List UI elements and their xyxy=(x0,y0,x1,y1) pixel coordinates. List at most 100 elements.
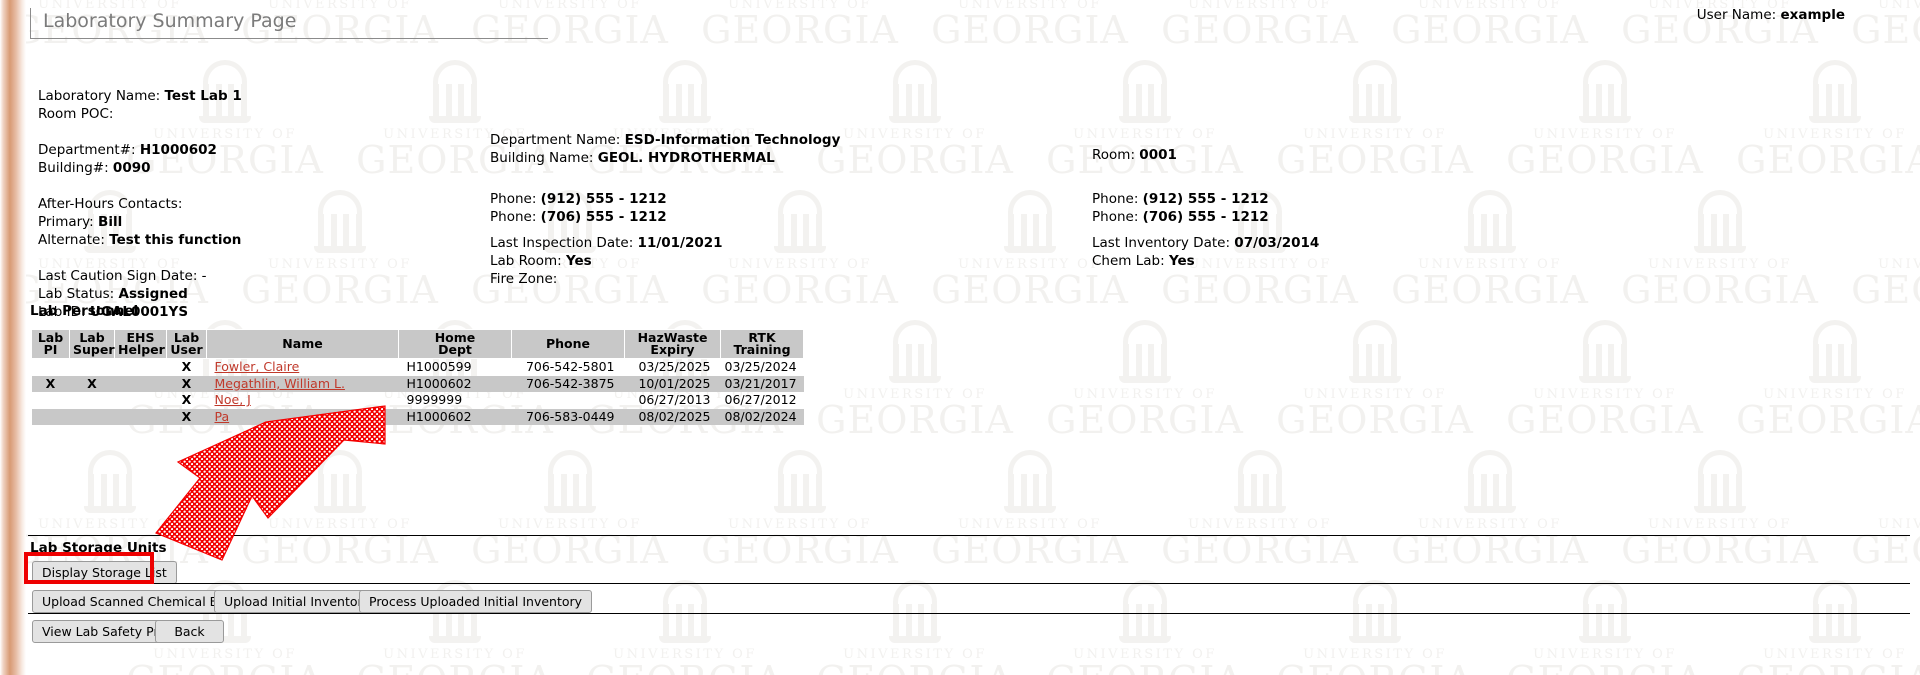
info-column-middle-dates: Last Inspection Date: 11/01/2021 Lab Room… xyxy=(490,234,723,288)
table-column-header: HazWaste Expiry xyxy=(624,329,721,359)
personnel-name-cell: Pa xyxy=(206,408,399,426)
display-storage-list-button[interactable]: Display Storage List xyxy=(32,561,177,584)
info-right-phone-line: Phone: (912) 555 - 1212 xyxy=(1092,190,1269,208)
info-middle-phone-value: (706) 555 - 1212 xyxy=(540,209,667,225)
table-cell-ehs-helper xyxy=(115,392,167,409)
personnel-name-link[interactable]: Pa xyxy=(215,409,230,424)
info-column-right-phones: Phone: (912) 555 - 1212 Phone: (706) 555 … xyxy=(1092,190,1269,226)
divider-above-storage xyxy=(28,535,1910,536)
info-left-line: Building#: 0090 xyxy=(38,159,242,177)
table-cell-lab-pi: X xyxy=(31,375,70,393)
table-cell-lab-super: X xyxy=(69,375,115,393)
info-right-phone-label: Phone: xyxy=(1092,209,1139,225)
info-right-date-line: Chem Lab: Yes xyxy=(1092,252,1319,270)
info-right-date-label: Chem Lab: xyxy=(1092,253,1165,269)
process-uploaded-initial-inventory-button[interactable]: Process Uploaded Initial Inventory xyxy=(359,590,593,613)
info-right-date-line: Last Inventory Date: 07/03/2014 xyxy=(1092,234,1319,252)
lab-storage-units-heading: Lab Storage Units xyxy=(30,540,167,556)
info-left-value: Test this function xyxy=(109,232,242,248)
table-cell-home-dept: H1000602 xyxy=(398,408,512,426)
table-cell-lab-super xyxy=(70,392,115,409)
back-button[interactable]: Back xyxy=(155,620,224,643)
info-column-right-top: Room: 0001 xyxy=(1092,146,1177,164)
table-header-row: Lab PI Lab Super EHS Helper Lab User Name Home Dep… xyxy=(31,329,804,359)
info-right-phone-line: Phone: (706) 555 - 1212 xyxy=(1092,208,1269,226)
table-column-header: EHS Helper xyxy=(114,329,167,359)
info-left-line: Primary: Bill xyxy=(38,213,242,231)
info-middle-value: ESD-Information Technology xyxy=(624,132,841,148)
table-cell-ehs-helper xyxy=(115,359,167,376)
table-row: X X X Megathlin, William L. H1000602 706-542-… xyxy=(31,375,804,393)
info-middle-date-label: Lab Room: xyxy=(490,253,562,269)
personnel-name-link[interactable]: Fowler, Claire xyxy=(215,359,300,374)
info-column-middle-top: Department Name: ESD-Information Technol… xyxy=(490,131,840,167)
table-cell-lab-super xyxy=(70,359,115,376)
info-left-value: Assigned xyxy=(118,286,188,302)
user-name-label: User Name: xyxy=(1696,7,1777,23)
info-left-value: 0090 xyxy=(112,160,151,176)
info-middle-date-line: Lab Room: Yes xyxy=(490,252,723,270)
info-left-label: Building#: xyxy=(38,160,109,176)
table-row: X Fowler, Claire H1000599 706-542-5801 03/25… xyxy=(32,359,804,376)
user-name-display: User Name: example xyxy=(1697,7,1845,23)
page-content: Laboratory Summary Page User Name: examp… xyxy=(0,0,1920,675)
info-left-label: Alternate: xyxy=(38,232,105,248)
table-column-header: Home Dept xyxy=(398,329,512,359)
info-column-middle-phones: Phone: (912) 555 - 1212 Phone: (706) 555 … xyxy=(490,190,667,226)
info-right-phone-value: (912) 555 - 1212 xyxy=(1142,191,1269,207)
table-cell-ehs-helper xyxy=(114,375,167,393)
table-cell-home-dept: H1000602 xyxy=(398,375,512,393)
info-middle-line: Department Name: ESD-Information Technol… xyxy=(490,131,840,149)
table-cell-hazwaste-expiry: 08/02/2025 xyxy=(624,408,721,426)
table-cell-rtk-training: 03/21/2017 xyxy=(720,375,804,393)
info-middle-date-value: Yes xyxy=(565,253,592,269)
info-right-label: Room: xyxy=(1092,147,1135,163)
lab-personnel-heading: Lab Personnel xyxy=(30,303,139,319)
table-cell-hazwaste-expiry: 06/27/2013 xyxy=(638,392,711,408)
info-left-line: Room POC: xyxy=(38,105,242,123)
personnel-name-link[interactable]: Megathlin, William L. xyxy=(215,376,345,391)
table-cell-phone xyxy=(512,392,625,409)
info-middle-phone-value: (912) 555 - 1212 xyxy=(540,191,667,207)
info-left-label: Room POC: xyxy=(38,106,114,122)
table-cell-rtk-training: 08/02/2024 xyxy=(720,408,804,426)
info-left-spacer xyxy=(38,123,242,141)
info-column-left: Laboratory Name: Test Lab 1 Room POC: Depa… xyxy=(38,87,242,321)
lab-personnel-table: Lab PI Lab Super EHS Helper Lab User Name Home Dep… xyxy=(31,329,804,426)
info-left-spacer xyxy=(38,249,242,267)
info-left-line: After-Hours Contacts: xyxy=(38,195,242,213)
info-middle-date-label: Fire Zone: xyxy=(490,271,558,287)
table-cell-phone: 706-542-3875 xyxy=(511,375,625,393)
info-left-spacer xyxy=(38,177,242,195)
table-cell-lab-user: X xyxy=(181,392,192,408)
info-middle-date-value: 11/01/2021 xyxy=(637,235,723,251)
personnel-name-cell: Megathlin, William L. xyxy=(206,375,399,393)
info-middle-phone-label: Phone: xyxy=(490,191,537,207)
info-left-label: Last Caution Sign Date: - xyxy=(38,268,207,284)
table-cell-hazwaste-expiry: 03/25/2025 xyxy=(638,359,711,375)
info-right-date-label: Last Inventory Date: xyxy=(1092,235,1230,251)
table-column-header: Phone xyxy=(511,329,625,359)
info-middle-label: Department Name: xyxy=(490,132,621,148)
table-body: X Fowler, Claire H1000599 706-542-5801 03/25… xyxy=(31,359,804,426)
info-left-line: Last Caution Sign Date: - xyxy=(38,267,242,285)
table-cell-home-dept: 9999999 xyxy=(406,392,463,408)
personnel-name-cell: Noe, J xyxy=(207,392,399,409)
table-column-header: Lab User xyxy=(166,329,207,359)
info-right-phone-label: Phone: xyxy=(1092,191,1139,207)
info-middle-value: GEOL. HYDROTHERMAL xyxy=(597,150,775,166)
info-left-label: After-Hours Contacts: xyxy=(38,196,183,212)
info-left-label: Lab Status: xyxy=(38,286,115,302)
page-title: Laboratory Summary Page xyxy=(43,10,297,32)
info-middle-phone-line: Phone: (912) 555 - 1212 xyxy=(490,190,667,208)
table-cell-lab-user: X xyxy=(181,359,192,375)
personnel-name-link[interactable]: Noe, J xyxy=(215,392,251,407)
info-middle-date-label: Last Inspection Date: xyxy=(490,235,634,251)
table-column-header: Lab Super xyxy=(69,329,115,359)
table-cell-phone: 706-583-0449 xyxy=(511,408,625,426)
info-left-line: Lab Status: Assigned xyxy=(38,285,242,303)
info-middle-line: Building Name: GEOL. HYDROTHERMAL xyxy=(490,149,840,167)
info-middle-label: Building Name: xyxy=(490,150,594,166)
info-middle-phone-line: Phone: (706) 555 - 1212 xyxy=(490,208,667,226)
table-cell-home-dept: H1000599 xyxy=(406,359,472,375)
